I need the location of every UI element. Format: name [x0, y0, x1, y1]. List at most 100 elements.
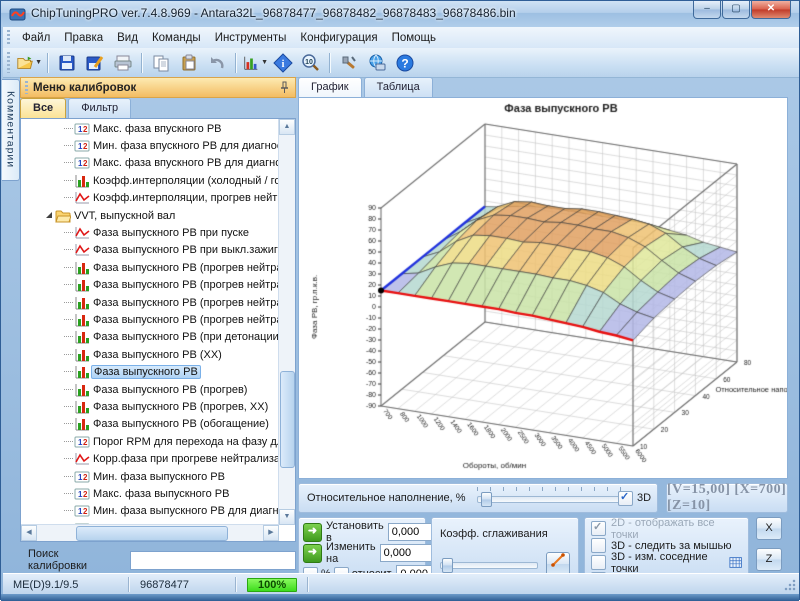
help-icon[interactable]: ?: [392, 51, 418, 75]
close-button[interactable]: ✕: [751, 1, 791, 19]
menu-item-4[interactable]: Команды: [145, 30, 208, 46]
checkbox-3d-adjacent-points[interactable]: [591, 555, 606, 570]
surface-chart[interactable]: [299, 98, 787, 478]
tree-item[interactable]: 12Порог RPM для перехода на фазу для реж…: [22, 433, 279, 450]
checkbox-3d-follow-mouse[interactable]: [591, 538, 606, 553]
menu-bar: ФайлПравкаВидКомандыИнструментыКонфигура…: [3, 27, 799, 49]
menu-item-2[interactable]: Правка: [57, 30, 110, 46]
menu-item-1[interactable]: Файл: [15, 30, 57, 46]
load-slider[interactable]: [477, 492, 627, 505]
tree-item[interactable]: Фаза выпускного РВ (прогрев нейтрал., ХХ…: [22, 311, 279, 328]
smoothing-slider[interactable]: [440, 558, 538, 571]
tree-item[interactable]: 12Мин. фаза выпускного РВ для диагностик…: [22, 503, 279, 520]
tree-item[interactable]: Фаза выпускного РВ (прогрев нейтрал., хо…: [22, 277, 279, 294]
info-diamond-icon[interactable]: i: [270, 51, 296, 75]
scroll-down-icon[interactable]: ▼: [279, 509, 295, 525]
smoothing-slider-thumb[interactable]: [442, 558, 453, 573]
tree-vertical-scrollbar[interactable]: ▲ ▼: [278, 119, 295, 525]
bars-icon: [74, 417, 90, 431]
internet-icon[interactable]: [364, 51, 390, 75]
menu-item-7[interactable]: Помощь: [385, 30, 443, 46]
tree-item[interactable]: Фаза выпускного РВ (при детонации): [22, 329, 279, 346]
tree-item[interactable]: Фаза выпускного РВ (прогрев): [22, 381, 279, 398]
app-icon: [9, 6, 26, 21]
tree-item-label: Мин. фаза впускного РВ для диагностики: [93, 140, 279, 152]
vertical-scroll-thumb[interactable]: [280, 371, 295, 468]
tree-item-label: Макс. фаза выпускного РВ: [93, 488, 229, 500]
diagonal-line-icon: [551, 553, 565, 567]
apply-change-button[interactable]: ➜: [303, 544, 322, 563]
calibration-panel-header: Меню калибровок: [20, 77, 296, 98]
tree-connector: [64, 406, 73, 408]
tree-item[interactable]: 12Макс. фаза выпускного РВ: [22, 485, 279, 502]
checkbox-2d-all-points[interactable]: [591, 521, 606, 536]
svg-text:2: 2: [83, 473, 88, 482]
pin-icon[interactable]: [279, 81, 290, 94]
tree-item[interactable]: Фаза выпускного РВ (прогрев нейтрализато…: [22, 259, 279, 276]
folder-icon: [55, 209, 71, 223]
menu-item-5[interactable]: Инструменты: [208, 30, 294, 46]
save-icon[interactable]: [54, 51, 80, 75]
tree-item[interactable]: 12Мин. фаза выпускного РВ: [22, 468, 279, 485]
tree-item[interactable]: Фаза выпускного РВ (обогащение): [22, 416, 279, 433]
tree-item[interactable]: Фаза выпускного РВ при выкл.зажигания: [22, 242, 279, 259]
resize-grip[interactable]: [784, 579, 796, 591]
paste-icon[interactable]: [176, 51, 202, 75]
tree-item[interactable]: Фаза выпускного РВ (прогрев нейтрал., ХХ…: [22, 294, 279, 311]
tree-item-label: Макс. фаза впускного РВ для диагностики: [93, 157, 279, 169]
menu-item-3[interactable]: Вид: [110, 30, 145, 46]
grid-icon[interactable]: [729, 556, 742, 569]
slider-track[interactable]: [477, 496, 627, 503]
apply-set-button[interactable]: ➜: [303, 523, 322, 542]
print-icon[interactable]: [110, 51, 136, 75]
tree-folder[interactable]: VVT, выпускной вал: [22, 207, 279, 224]
tree-item[interactable]: 12Макс. фаза впускного РВ для диагностик…: [22, 155, 279, 172]
tree-item-label: Коэфф.интерполяции (холодный / горячий ): [93, 175, 279, 187]
undo-icon[interactable]: [204, 51, 230, 75]
x-axis-button[interactable]: X: [756, 517, 782, 540]
tree-item[interactable]: Корр.фаза при прогреве нейтрализатора: [22, 450, 279, 467]
maximize-button[interactable]: ▢: [722, 1, 750, 19]
dropdown-arrow-icon[interactable]: ▼: [261, 59, 268, 66]
scroll-up-icon[interactable]: ▲: [279, 119, 295, 135]
tree-item[interactable]: Фаза выпускного РВ (ХХ): [22, 346, 279, 363]
tab-graph[interactable]: График: [298, 77, 362, 97]
menu-item-6[interactable]: Конфигурация: [293, 30, 384, 46]
copy-icon[interactable]: [148, 51, 174, 75]
tree-item[interactable]: Фаза выпускного РВ: [22, 363, 279, 380]
tree-item[interactable]: Коэфф.интерполяции (холодный / горячий ): [22, 172, 279, 189]
title-bar[interactable]: ChipTuningPRO ver.7.4.8.969 - Antara32L_…: [1, 1, 799, 27]
tree-item[interactable]: 12Мин. фаза впускного РВ для диагностики: [22, 137, 279, 154]
horizontal-scroll-thumb[interactable]: [76, 526, 228, 541]
bars-icon: [74, 313, 90, 327]
toolbar-grip: [7, 52, 10, 72]
tree-horizontal-scrollbar[interactable]: ◀ ▶: [21, 524, 279, 541]
load-slider-thumb[interactable]: [481, 492, 492, 507]
search-input[interactable]: [130, 551, 296, 570]
save-as-icon[interactable]: [82, 51, 108, 75]
tree-item[interactable]: 12Макс. фаза впускного РВ: [22, 120, 279, 137]
z-axis-button[interactable]: Z: [756, 548, 782, 571]
tree-item-label: Фаза выпускного РВ (прогрев, ХХ): [93, 401, 268, 413]
tab-comments[interactable]: Комментарии: [2, 79, 20, 181]
tree-connector: [64, 476, 73, 478]
tree-item[interactable]: Фаза выпускного РВ при пуске: [22, 224, 279, 241]
svg-text:?: ?: [401, 56, 408, 70]
svg-text:10: 10: [305, 59, 313, 66]
expand-arrow-icon[interactable]: [46, 212, 52, 218]
open-file-icon[interactable]: ▼: [16, 51, 42, 75]
tree-item[interactable]: Коэфф.интерполяции, прогрев нейтр. (холо…: [22, 190, 279, 207]
checkbox-3d[interactable]: [618, 491, 633, 506]
zoom-10x-icon[interactable]: 10: [298, 51, 324, 75]
tab-all[interactable]: Все: [20, 98, 66, 118]
change-value-input[interactable]: [380, 544, 437, 562]
num12-icon: 12: [74, 122, 90, 136]
search-label: Поиск калибровки: [28, 548, 120, 572]
minimize-button[interactable]: –: [693, 1, 721, 19]
tab-filter[interactable]: Фильтр: [68, 98, 131, 118]
chart-icon[interactable]: ▼: [242, 51, 268, 75]
tree-item[interactable]: Фаза выпускного РВ (прогрев, ХХ): [22, 398, 279, 415]
tools-icon[interactable]: [336, 51, 362, 75]
tab-table[interactable]: Таблица: [364, 77, 433, 97]
dropdown-arrow-icon[interactable]: ▼: [35, 59, 42, 66]
